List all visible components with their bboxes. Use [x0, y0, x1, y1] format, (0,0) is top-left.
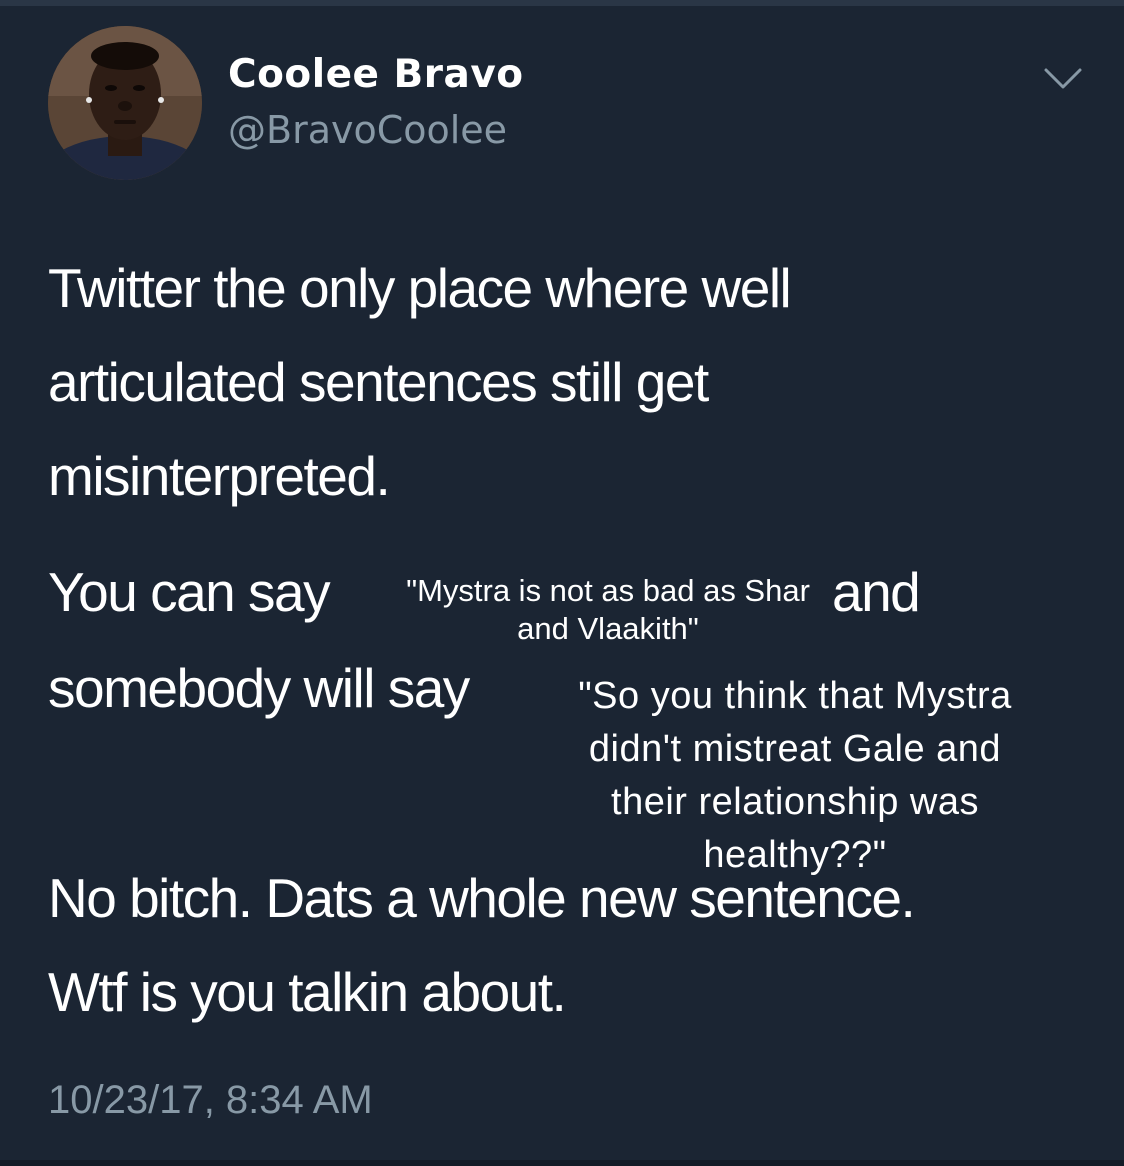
profile-photo-icon: [48, 26, 202, 180]
tweet-text-line: Wtf is you talkin about.: [48, 961, 567, 1023]
top-border: [0, 0, 1124, 6]
handle[interactable]: @BravoCoolee: [228, 108, 507, 152]
quoted-sentence-2: "So you think that Mystra didn't mistrea…: [578, 675, 1012, 876]
avatar[interactable]: [48, 26, 202, 180]
tweet-text-line: articulated sentences still get: [48, 351, 709, 413]
tweet-text-line: misinterpreted.: [48, 445, 391, 507]
chevron-down-icon[interactable]: [1040, 62, 1086, 96]
tweet-text-line: No bitch. Dats a whole new sentence.: [48, 867, 916, 929]
timestamp[interactable]: 10/23/17, 8:34 AM: [48, 1078, 373, 1123]
tweet-text-line: Twitter the only place where well: [48, 257, 792, 319]
tweet-text-line: You can say: [48, 561, 331, 623]
tweet-text-line: and: [832, 561, 921, 623]
display-name[interactable]: Coolee Bravo: [228, 52, 524, 97]
tweet-text-line: somebody will say: [48, 657, 470, 719]
bottom-border: [0, 1160, 1124, 1166]
quoted-sentence-1: "Mystra is not as bad as Shar and Vlaaki…: [406, 573, 810, 646]
